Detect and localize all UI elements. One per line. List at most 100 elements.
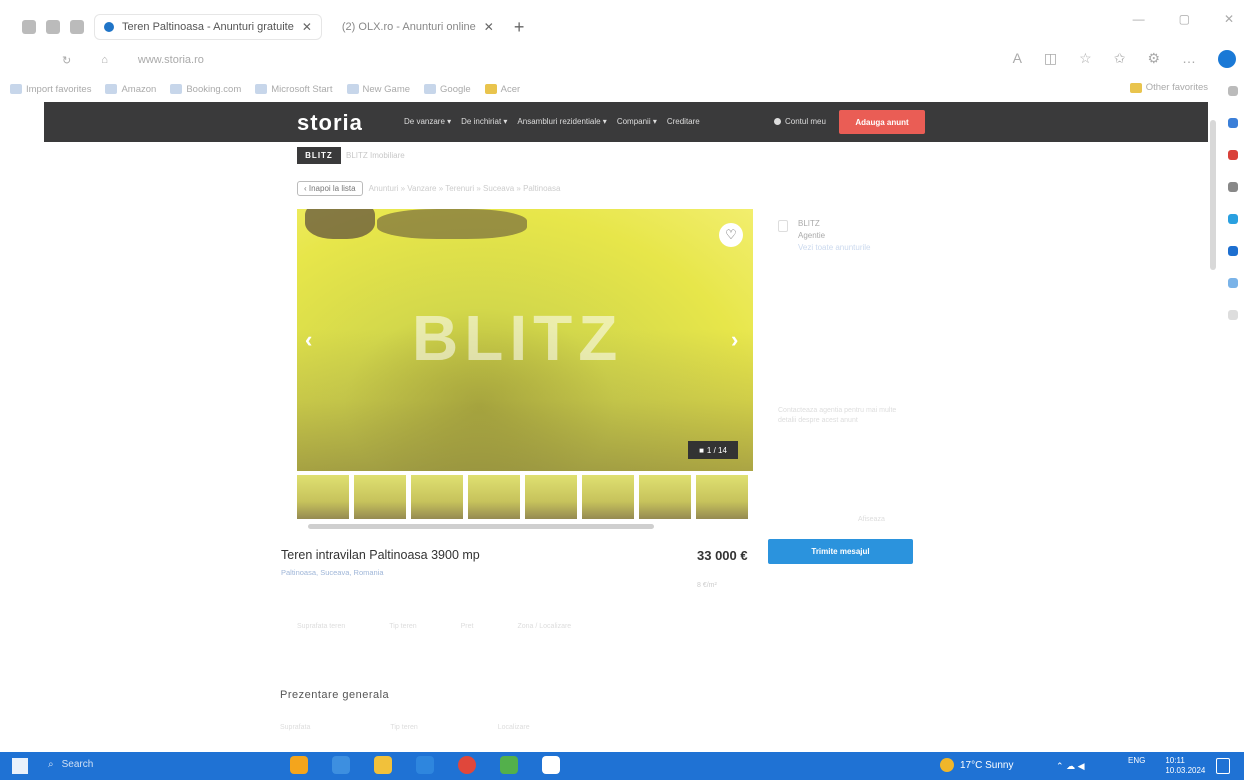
windows-start-icon[interactable] xyxy=(12,758,28,774)
photo-counter-label: 1 / 14 xyxy=(706,445,727,455)
nav-ansambluri[interactable]: Ansambluri rezidentiale ▾ xyxy=(517,117,606,126)
notifications-icon[interactable] xyxy=(1216,758,1230,774)
file-explorer-icon[interactable] xyxy=(374,756,392,774)
favorites-icon[interactable]: ✩ xyxy=(1114,50,1126,68)
system-tray[interactable]: ⌃ ☁ ◀ xyxy=(1056,761,1085,772)
thumbnail[interactable] xyxy=(354,475,406,519)
profile-icon[interactable] xyxy=(22,20,36,34)
bookmark-google[interactable]: Google xyxy=(424,84,471,95)
tab-actions-icon[interactable] xyxy=(70,20,84,34)
bookmark-new-game[interactable]: New Game xyxy=(346,83,411,95)
sun-icon xyxy=(940,758,954,772)
agency-logo[interactable]: BLITZ xyxy=(297,147,341,164)
volume-icon[interactable]: ◀ xyxy=(1078,761,1085,771)
edge-sidebar xyxy=(1222,80,1244,730)
minimize-icon[interactable]: — xyxy=(1133,12,1145,26)
task-view-icon[interactable] xyxy=(332,756,350,774)
thumbnail[interactable] xyxy=(639,475,691,519)
add-sidebar-icon[interactable] xyxy=(1228,310,1238,320)
tab-label: (2) OLX.ro - Anunturi online xyxy=(341,21,476,33)
bookmark-amazon[interactable]: Amazon xyxy=(105,84,156,95)
agent-name: BLITZ xyxy=(798,219,820,228)
overview-item: Localizare xyxy=(497,724,530,731)
nav-companii[interactable]: Companii ▾ xyxy=(617,117,657,126)
chevron-up-icon[interactable]: ⌃ xyxy=(1056,761,1064,771)
taskbar-search[interactable]: ⌕ Search xyxy=(48,759,93,770)
tools-icon[interactable] xyxy=(1228,150,1238,160)
shopping-icon[interactable] xyxy=(1228,118,1238,128)
agent-avatar xyxy=(778,220,788,232)
language-indicator[interactable]: ENG xyxy=(1128,756,1145,776)
cloud-icon[interactable]: ☁ xyxy=(1066,761,1075,771)
microsoft365-icon[interactable] xyxy=(1228,214,1238,224)
collections-icon[interactable] xyxy=(46,20,60,34)
chrome-icon[interactable] xyxy=(458,756,476,774)
thumbnail[interactable] xyxy=(297,475,349,519)
thumbnail[interactable] xyxy=(582,475,634,519)
bookmark-booking[interactable]: Booking.com xyxy=(170,84,241,95)
breadcrumb-path[interactable]: Anunturi » Vanzare » Terenuri » Suceava … xyxy=(369,184,561,193)
heart-icon[interactable]: ♡ xyxy=(719,223,743,247)
send-message-button[interactable]: Trimite mesajul xyxy=(768,539,913,564)
system-clock[interactable]: ENG 10:11 10.03.2024 xyxy=(1128,756,1205,776)
nav-creditare[interactable]: Creditare xyxy=(667,117,700,126)
url-field[interactable]: www.storia.ro xyxy=(138,54,204,66)
store-icon[interactable] xyxy=(542,756,560,774)
bookmark-acer[interactable]: Acer xyxy=(484,84,520,95)
nav-de-inchiriat[interactable]: De inchiriat ▾ xyxy=(461,117,507,126)
thumbnail-scrollbar[interactable] xyxy=(308,524,654,529)
thumbnail-strip xyxy=(297,475,753,519)
read-aloud-icon[interactable]: A xyxy=(1013,50,1022,68)
refresh-icon[interactable]: ↻ xyxy=(62,54,71,67)
photo-gallery[interactable]: BLITZ ‹ › ♡ ■ 1 / 14 xyxy=(297,209,753,471)
tab-olx[interactable]: (2) OLX.ro - Anunturi online ✕ xyxy=(332,14,504,40)
back-to-list-button[interactable]: ‹ Inapoi la lista xyxy=(297,181,363,196)
weather-label: 17°C Sunny xyxy=(960,759,1014,771)
chevron-right-icon[interactable]: › xyxy=(731,327,738,353)
extensions-icon[interactable]: ⚙ xyxy=(1147,50,1160,68)
edge-icon[interactable] xyxy=(416,756,434,774)
add-listing-button[interactable]: Adauga anunt xyxy=(839,110,925,134)
bookmark-microsoft-start[interactable]: Microsoft Start xyxy=(255,84,333,95)
listing-location[interactable]: Paltinoasa, Suceava, Romania xyxy=(281,568,384,577)
copilot-icon[interactable] xyxy=(1218,50,1236,68)
more-icon[interactable]: … xyxy=(1182,50,1196,68)
games-icon[interactable] xyxy=(1228,182,1238,192)
thumbnail[interactable] xyxy=(525,475,577,519)
photo-counter[interactable]: ■ 1 / 14 xyxy=(688,441,738,459)
drop-icon[interactable] xyxy=(1228,278,1238,288)
maximize-icon[interactable]: ▢ xyxy=(1179,12,1190,26)
weather-widget[interactable]: 17°C Sunny xyxy=(940,758,1013,772)
account-link[interactable]: Contul meu xyxy=(774,117,826,126)
agent-listings-link[interactable]: Vezi toate anunturile xyxy=(798,242,871,254)
thumbnail[interactable] xyxy=(411,475,463,519)
tab-teren-paltinoasa[interactable]: Teren Paltinoasa - Anunturi gratuite ✕ xyxy=(94,14,322,40)
chevron-left-icon[interactable]: ‹ xyxy=(305,327,312,353)
outlook-icon[interactable] xyxy=(1228,246,1238,256)
page-scrollbar[interactable] xyxy=(1210,120,1216,270)
overview-row: Suprafata Tip teren Localizare xyxy=(280,724,530,731)
attribute-item: Pret xyxy=(460,623,474,630)
close-tab-icon[interactable]: ✕ xyxy=(484,20,494,34)
show-phone-link[interactable]: Afiseaza xyxy=(858,516,885,523)
thumbnail[interactable] xyxy=(696,475,748,519)
bookmark-import[interactable]: Import favorites xyxy=(10,84,91,95)
bookmark-label: New Game xyxy=(362,83,411,95)
close-window-icon[interactable]: ✕ xyxy=(1224,12,1234,26)
other-favorites[interactable]: Other favorites xyxy=(1129,82,1208,93)
close-tab-icon[interactable]: ✕ xyxy=(302,20,312,34)
search-icon[interactable] xyxy=(1228,86,1238,96)
home-icon[interactable]: ⌂ xyxy=(101,54,108,66)
agency-name[interactable]: BLITZ Imobiliare xyxy=(346,151,405,160)
watermark: BLITZ xyxy=(412,302,624,374)
app-icon[interactable] xyxy=(500,756,518,774)
thumbnail[interactable] xyxy=(468,475,520,519)
bookmarks-bar: Import favorites Amazon Booking.com Micr… xyxy=(0,78,1244,100)
firefox-icon[interactable] xyxy=(290,756,308,774)
storia-logo[interactable]: storia xyxy=(297,110,363,136)
favorite-star-icon[interactable]: ☆ xyxy=(1079,50,1092,68)
tree-shape xyxy=(377,209,527,239)
nav-de-vanzare[interactable]: De vanzare ▾ xyxy=(404,117,451,126)
plus-icon[interactable]: + xyxy=(514,17,525,38)
split-screen-icon[interactable]: ◫ xyxy=(1044,50,1057,68)
